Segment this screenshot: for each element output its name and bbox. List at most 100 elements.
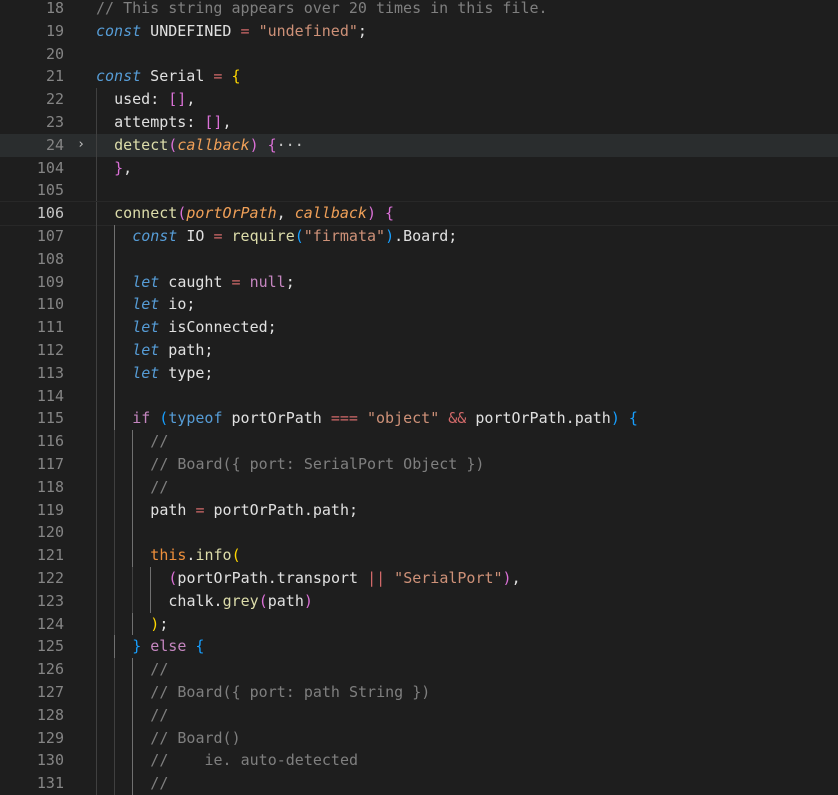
indent-guide bbox=[150, 566, 152, 590]
code-text: // ie. auto-detected bbox=[150, 749, 358, 772]
indent-guide bbox=[96, 110, 97, 134]
line-number: 119 bbox=[36, 500, 64, 519]
code-token: ··· bbox=[276, 135, 304, 154]
indent-guide bbox=[96, 270, 97, 294]
code-line[interactable]: 125 } else { bbox=[0, 635, 838, 659]
line-number: 106 bbox=[36, 204, 64, 223]
indent-guide bbox=[96, 133, 97, 157]
code-text: if (typeof portOrPath === "object" && po… bbox=[132, 407, 638, 430]
indent-guide bbox=[132, 566, 134, 590]
code-text: } else { bbox=[132, 635, 204, 658]
code-token: // ie. auto-detected bbox=[150, 751, 359, 770]
code-text: // Board() bbox=[150, 727, 240, 750]
code-line[interactable]: 109 let caught = null; bbox=[0, 270, 838, 294]
indent-guide bbox=[132, 680, 134, 704]
code-token: ( bbox=[258, 591, 268, 610]
code-line[interactable]: 122 (portOrPath.transport || "SerialPort"… bbox=[0, 566, 838, 590]
code-token: { bbox=[628, 409, 638, 428]
line-number: 115 bbox=[36, 409, 64, 428]
code-line[interactable]: 119 path = portOrPath.path; bbox=[0, 498, 838, 522]
code-text: path = portOrPath.path; bbox=[150, 499, 358, 522]
code-token: "firmata" bbox=[303, 226, 386, 245]
code-line[interactable]: 104}, bbox=[0, 156, 838, 180]
indent-guide bbox=[96, 202, 97, 225]
indent-guide bbox=[114, 566, 116, 590]
indent-guide bbox=[132, 772, 134, 795]
code-token: ) bbox=[502, 568, 512, 587]
code-token: // bbox=[150, 774, 169, 793]
indent-guide bbox=[96, 703, 97, 727]
code-line[interactable]: 126 // bbox=[0, 658, 838, 681]
indent-guide bbox=[132, 430, 134, 453]
code-text: // Board({ port: path String }) bbox=[150, 681, 430, 704]
line-number: 112 bbox=[36, 340, 64, 359]
code-line[interactable]: 112 let path; bbox=[0, 338, 838, 362]
code-line[interactable]: 106 connect(portOrPath, callback) { bbox=[0, 201, 838, 226]
code-line[interactable]: 22 used: [], bbox=[0, 88, 838, 111]
code-line[interactable]: 111 let isConnected; bbox=[0, 316, 838, 339]
line-number: 121 bbox=[36, 546, 64, 565]
code-line[interactable]: 120 bbox=[0, 521, 838, 545]
code-text: let io; bbox=[132, 293, 195, 316]
indent-guide bbox=[132, 521, 134, 545]
code-line[interactable]: 129 // Board() bbox=[0, 726, 838, 750]
indent-guide bbox=[96, 361, 97, 385]
code-line[interactable]: 20 bbox=[0, 43, 838, 66]
indent-guide bbox=[96, 726, 97, 750]
indent-guide bbox=[114, 521, 116, 545]
line-number: 113 bbox=[36, 363, 64, 382]
line-number: 107 bbox=[36, 226, 64, 245]
indent-guide bbox=[132, 612, 134, 636]
code-text: let type; bbox=[132, 362, 213, 385]
code-line[interactable]: 114 bbox=[0, 384, 838, 408]
code-token: portOrPath.path; bbox=[204, 500, 359, 519]
code-line[interactable]: 124); bbox=[0, 612, 838, 636]
indent-guide bbox=[114, 224, 116, 248]
code-line[interactable]: 121 this.info( bbox=[0, 544, 838, 567]
code-line[interactable]: 108 bbox=[0, 247, 838, 271]
code-line[interactable]: 23 attempts: [], bbox=[0, 110, 838, 134]
line-number: 125 bbox=[36, 637, 64, 656]
code-line[interactable]: 107 const IO = require("firmata").Board; bbox=[0, 224, 838, 248]
code-text: // bbox=[150, 430, 168, 453]
code-token: , bbox=[511, 568, 521, 587]
code-token: // bbox=[150, 660, 169, 679]
code-line[interactable]: 118 // bbox=[0, 475, 838, 499]
code-line[interactable]: 123 chalk.grey(path) bbox=[0, 589, 838, 613]
indent-guide bbox=[114, 475, 116, 499]
code-text: this.info( bbox=[150, 544, 240, 567]
code-token: let bbox=[132, 340, 160, 359]
indent-guide bbox=[96, 475, 97, 499]
line-number: 117 bbox=[36, 454, 64, 473]
code-text: // bbox=[150, 704, 168, 727]
code-line[interactable]: 130 // ie. auto-detected bbox=[0, 749, 838, 773]
code-line[interactable]: 24 › detect(callback) {··· bbox=[0, 133, 838, 157]
code-line[interactable]: 117 // Board({ port: SerialPort Object }) bbox=[0, 452, 838, 476]
indent-guide bbox=[96, 772, 97, 795]
code-editor[interactable]: 18 // This string appears over 20 times i… bbox=[0, 0, 838, 795]
code-line[interactable]: 116 // bbox=[0, 430, 838, 453]
code-token: ( bbox=[168, 135, 178, 154]
code-line[interactable]: 115 if (typeof portOrPath === "object" &&… bbox=[0, 407, 838, 431]
code-token: [] bbox=[168, 90, 187, 109]
fold-chevron-icon[interactable]: › bbox=[74, 134, 88, 157]
code-token: // Board({ port: SerialPort Object }) bbox=[150, 454, 485, 473]
code-line[interactable]: 18 // This string appears over 20 times i… bbox=[0, 0, 838, 20]
code-text: (portOrPath.transport || "SerialPort"), bbox=[168, 567, 520, 590]
code-line[interactable]: 113 let type; bbox=[0, 361, 838, 385]
code-text: let caught = null; bbox=[132, 271, 295, 294]
code-line[interactable]: 127 // Board({ port: path String }) bbox=[0, 680, 838, 704]
code-line[interactable]: 21 const Serial = { bbox=[0, 65, 838, 88]
code-line[interactable]: 110 let io; bbox=[0, 293, 838, 317]
code-line[interactable]: 131 // bbox=[0, 772, 838, 795]
code-token: // bbox=[150, 432, 169, 451]
code-line[interactable]: 19 const UNDEFINED = "undefined"; bbox=[0, 20, 838, 43]
line-number: 19 bbox=[45, 21, 64, 40]
code-token: chalk. bbox=[168, 591, 223, 610]
code-line[interactable]: 128 // bbox=[0, 703, 838, 727]
code-line[interactable]: 105 bbox=[0, 179, 838, 203]
code-token: ( bbox=[231, 546, 241, 565]
